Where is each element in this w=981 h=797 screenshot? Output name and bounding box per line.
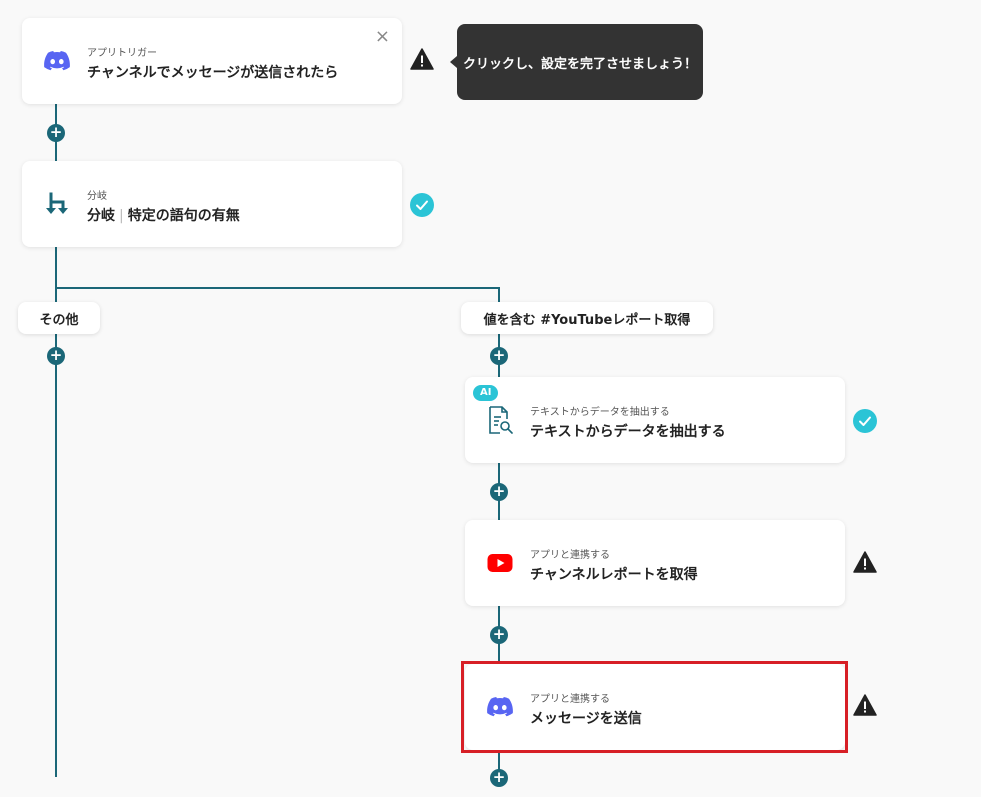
warning-icon [410,48,434,72]
ai-badge: AI [473,385,499,401]
add-step-button[interactable]: + [490,347,508,365]
connector-line [55,287,500,289]
add-step-button[interactable]: + [47,347,65,365]
trigger-title: チャンネルでメッセージが送信されたら [87,65,339,81]
youtube-subtitle: アプリと連携する [530,550,610,561]
trigger-card[interactable]: アプリトリガー チャンネルでメッセージが送信されたら × [22,18,402,104]
trigger-subtitle: アプリトリガー [87,48,157,59]
add-step-button[interactable]: + [490,769,508,787]
tooltip: クリックし、設定を完了させましょう！ [450,24,703,100]
add-step-button[interactable]: + [490,483,508,501]
branch-title-detail: 特定の語句の有無 [127,208,240,224]
branch-icon [42,189,72,219]
check-icon [853,409,877,433]
add-step-button[interactable]: + [490,626,508,644]
tooltip-text: クリックし、設定を完了させましょう！ [462,56,697,72]
branch-label-contains-text: 値を含む #YouTubeレポート取得 [483,312,691,328]
warning-icon [853,551,877,575]
add-step-button[interactable]: + [47,124,65,142]
youtube-card[interactable]: アプリと連携する チャンネルレポートを取得 [465,520,845,606]
extract-card[interactable]: AI テキストからデータを抽出する テキストからデータを抽出する [465,377,845,463]
close-icon[interactable]: × [375,28,390,46]
branch-label-contains[interactable]: 値を含む #YouTubeレポート取得 [461,302,713,334]
branch-title: 分岐 | 特定の語句の有無 [87,205,240,225]
youtube-title: チャンネルレポートを取得 [530,567,698,583]
branch-card[interactable]: 分岐 分岐 | 特定の語句の有無 [22,161,402,247]
check-icon [410,193,434,217]
youtube-icon [485,548,515,578]
extract-title: テキストからデータを抽出する [530,424,726,440]
document-search-icon [485,405,515,435]
branch-subtitle: 分岐 [87,191,107,202]
warning-icon [853,694,877,718]
extract-subtitle: テキストからデータを抽出する [530,407,670,418]
discord-icon [42,46,72,76]
branch-label-other-text: その他 [39,312,79,328]
branch-title-main: 分岐 [87,208,115,224]
highlight-frame [461,661,848,753]
branch-label-other[interactable]: その他 [18,302,100,334]
title-separator: | [119,208,124,224]
